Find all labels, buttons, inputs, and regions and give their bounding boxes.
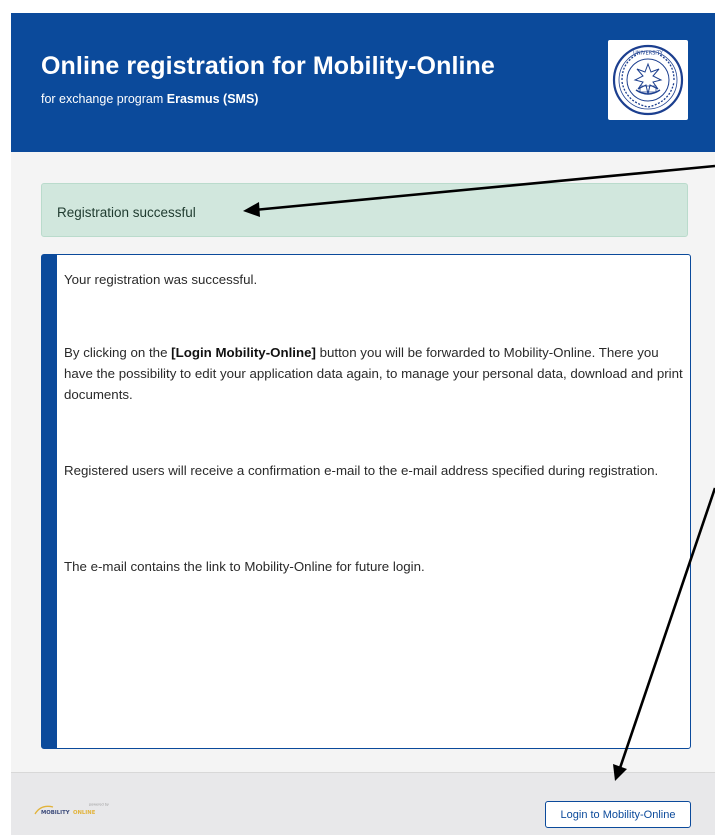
university-seal-icon: UNIVERSITY (612, 44, 684, 116)
subtitle-prefix: for exchange program (41, 92, 167, 106)
seal-text: UNIVERSITY (633, 51, 664, 57)
info-paragraph-login: By clicking on the [Login Mobility-Onlin… (64, 342, 684, 405)
info-paragraph-email: Registered users will receive a confirma… (64, 463, 659, 478)
info-paragraph-success: Your registration was successful. (64, 272, 258, 287)
university-seal-logo: UNIVERSITY (608, 40, 688, 120)
success-alert: Registration successful (41, 183, 688, 237)
header-banner: Online registration for Mobility-Online … (11, 13, 715, 152)
info-panel: Your registration was successful. By cli… (41, 254, 691, 749)
powered-by-logo: powered by MOBILITY ONLINE (33, 801, 117, 819)
program-subtitle: for exchange program Erasmus (SMS) (41, 92, 258, 106)
info-login-before: By clicking on the (64, 345, 172, 360)
info-login-button-ref: [Login Mobility-Online] (171, 345, 316, 360)
powered-by-text: powered by (89, 803, 109, 807)
registration-window: Online registration for Mobility-Online … (11, 13, 715, 835)
brand-online-text: ONLINE (73, 810, 96, 816)
program-name: Erasmus (SMS) (166, 92, 259, 106)
brand-mobility-text: MOBILITY (41, 810, 70, 816)
page: Online registration for Mobility-Online … (0, 0, 715, 835)
success-alert-message: Registration successful (57, 205, 196, 220)
mobility-online-logo-icon: powered by MOBILITY ONLINE (34, 803, 109, 816)
page-title: Online registration for Mobility-Online (41, 52, 495, 80)
login-mobility-online-button[interactable]: Login to Mobility-Online (545, 801, 691, 828)
footer-bar: powered by MOBILITY ONLINE Login to Mobi… (11, 772, 715, 835)
info-paragraph-link: The e-mail contains the link to Mobility… (64, 559, 425, 574)
